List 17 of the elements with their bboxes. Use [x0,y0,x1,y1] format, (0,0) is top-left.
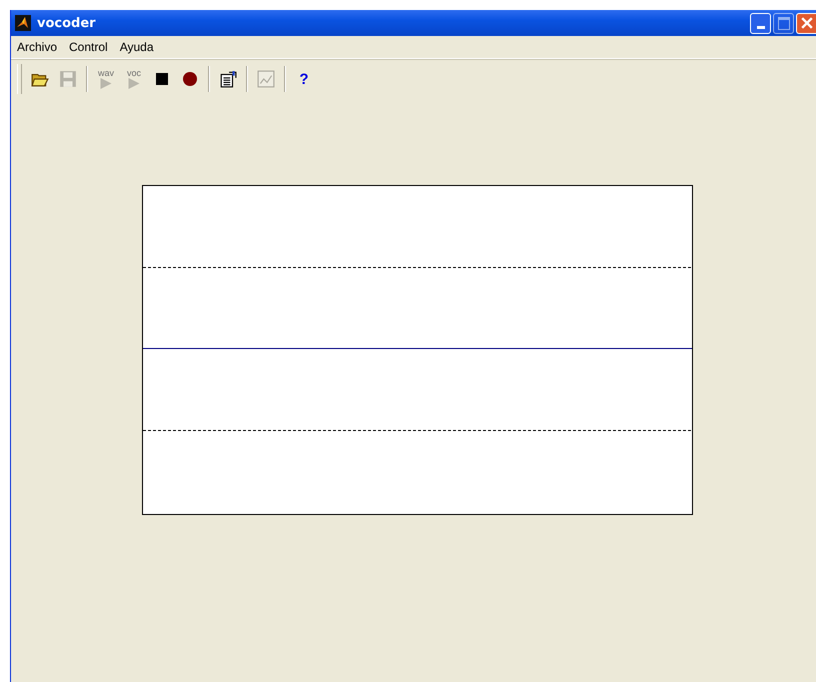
play-label: wav [98,69,114,78]
play-icon [98,78,113,89]
menu-item[interactable]: Control [69,40,108,54]
menu-item[interactable]: Ayuda [120,40,154,54]
app-icon [15,15,31,31]
minimize-button[interactable] [750,12,771,34]
help-button[interactable]: ? [292,66,316,92]
record-icon [182,71,198,87]
document-icon [219,70,237,88]
stop-icon [154,71,170,87]
play-icon [126,78,141,89]
chart-icon [257,70,275,88]
window-title: vocoder [37,16,97,30]
close-icon [800,17,812,29]
menu-item[interactable]: Archivo [17,40,58,54]
close-button[interactable] [796,12,816,34]
play-label: voc [126,69,141,78]
